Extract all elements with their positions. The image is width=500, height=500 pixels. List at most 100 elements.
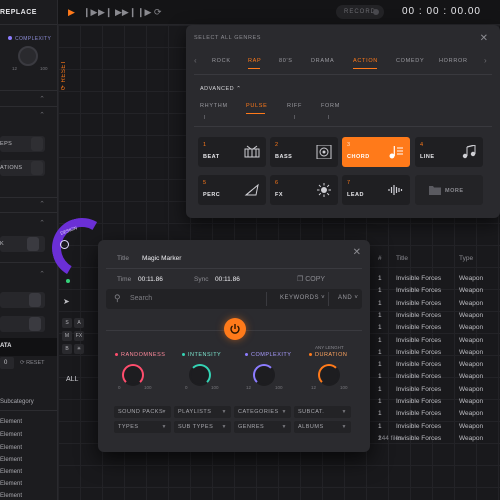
list-item[interactable]: Element (0, 432, 22, 438)
randomness-knob[interactable] (122, 364, 144, 386)
pad-lead[interactable]: 7 LEAD (342, 175, 410, 205)
chevron-up-icon[interactable]: ⌃ (39, 270, 45, 278)
tab-subgenre[interactable]: RHYTHM (200, 103, 228, 109)
mic-icon[interactable] (31, 161, 43, 175)
advanced-toggle[interactable]: ADVANCED ⌃ (200, 86, 241, 92)
table-row[interactable]: 1 Invisible Forces Weapon (370, 349, 500, 361)
tab-genre[interactable]: DRAMA (311, 58, 334, 64)
pad-chord[interactable]: 3 CHORD (342, 137, 410, 167)
pad-bass[interactable]: 2 BASS (270, 137, 338, 167)
table-row[interactable]: 1 Invisible Forces Weapon (370, 361, 500, 373)
table-row[interactable]: 1 Invisible Forces Weapon (370, 312, 500, 324)
table-row[interactable]: 1 Invisible Forces Weapon (370, 423, 500, 435)
types-dropdown[interactable]: TYPES ▼ (114, 421, 171, 433)
fast-forward-icon[interactable]: ▶▶❙ (115, 7, 136, 18)
table-row[interactable]: 1 Invisible Forces Weapon (370, 324, 500, 336)
title-value[interactable]: Magic Marker (142, 255, 181, 262)
tab-genre[interactable]: ROCK (212, 58, 231, 64)
list-item[interactable]: Element (0, 419, 22, 425)
reset-button[interactable]: ⟳ RESET (60, 60, 67, 90)
play-icon[interactable]: ▶ (68, 7, 75, 18)
list-item[interactable]: Element (0, 481, 22, 487)
tab-genre[interactable]: ACTION (353, 58, 378, 64)
chevron-up-icon[interactable]: ⌃ (39, 219, 45, 227)
subcat-dropdown[interactable]: SUBCAT. ▼ (294, 406, 351, 418)
table-cell-type: Weapon (459, 311, 484, 319)
tab-subgenre[interactable]: RIFF (287, 103, 302, 109)
all-label[interactable]: ALL (66, 376, 78, 383)
keywords-dropdown[interactable]: KEYWORDS ˅ (280, 295, 325, 301)
and-dropdown[interactable]: AND ˅ (338, 295, 358, 301)
pad-more[interactable]: MORE (415, 175, 483, 205)
list-item[interactable]: Element (0, 445, 22, 451)
table-row[interactable]: 1 Invisible Forces Weapon (370, 410, 500, 422)
table-row[interactable]: 1 Invisible Forces Weapon (370, 386, 500, 398)
waveform-box-icon[interactable] (27, 237, 39, 251)
table-row[interactable]: 1 Invisible Forces Weapon (370, 287, 500, 299)
genres-dropdown[interactable]: GENRES ▼ (234, 421, 291, 433)
bypass-key[interactable]: B (62, 344, 72, 354)
settings-key[interactable]: ✳ (74, 344, 84, 354)
data-value: 0 (4, 360, 8, 366)
list-item[interactable]: Element (0, 469, 22, 475)
pad-line[interactable]: 4 LINE (415, 137, 483, 167)
complexity-knob[interactable] (253, 364, 275, 386)
skip-start-icon[interactable]: ❙▶ (83, 7, 97, 18)
chevron-up-icon[interactable]: ⌃ (39, 200, 45, 208)
albums-dropdown[interactable]: ALBUMS ▼ (294, 421, 351, 433)
pad-beat[interactable]: 1 BEAT (198, 137, 266, 167)
duration-knob[interactable] (318, 364, 340, 386)
divider (0, 410, 57, 411)
fx-key[interactable]: FX (74, 331, 84, 341)
step-forward-icon[interactable]: ▶❙ (98, 7, 112, 18)
headphones-icon[interactable] (60, 240, 69, 249)
chevron-up-icon[interactable]: ⌃ (39, 95, 45, 103)
search-field[interactable]: ⚲ Search KEYWORDS ˅ AND ˅ (106, 289, 362, 309)
search-input[interactable]: Search (130, 295, 152, 302)
tab-genre[interactable]: HORROR (439, 58, 468, 64)
table-row[interactable]: 1 Invisible Forces Weapon (370, 398, 500, 410)
tab-subgenre[interactable]: FORM (321, 103, 340, 109)
record-button[interactable]: RECORD (336, 5, 384, 19)
file-icon[interactable] (29, 293, 41, 307)
skip-end-icon[interactable]: ❙▶ (137, 7, 151, 18)
data-reset-button[interactable]: ⟳ RESET (20, 360, 44, 366)
list-item[interactable]: Element (0, 457, 22, 463)
sub-types-dropdown[interactable]: SUB TYPES ▼ (174, 421, 231, 433)
tab-genre[interactable]: COMEDY (396, 58, 424, 64)
close-icon[interactable]: ✕ (353, 247, 361, 258)
pad-perc[interactable]: 5 PERC (198, 175, 266, 205)
list-item[interactable]: Element (0, 493, 22, 499)
complexity-knob[interactable] (18, 46, 38, 66)
table-row[interactable]: 1 Invisible Forces Weapon (370, 300, 500, 312)
close-icon[interactable]: ✕ (480, 33, 488, 44)
loop-icon[interactable]: ⟳ (154, 7, 162, 18)
table-row[interactable]: 1 Invisible Forces Weapon (370, 275, 500, 287)
chevron-up-icon[interactable]: ⌃ (39, 111, 45, 119)
chevron-left-icon[interactable]: ‹ (194, 56, 197, 65)
pad-label: MORE (445, 188, 464, 194)
categories-dropdown[interactable]: CATEGORIES ▼ (234, 406, 291, 418)
pad-fx[interactable]: 6 FX (270, 175, 338, 205)
table-cell-type: Weapon (459, 373, 484, 381)
table-row[interactable]: 1 Invisible Forces Weapon (370, 373, 500, 385)
sound-packs-dropdown[interactable]: SOUND PACKS ▼ (114, 406, 171, 418)
table-row[interactable]: 1 Invisible Forces Weapon (370, 337, 500, 349)
solo-key[interactable]: S (62, 318, 72, 328)
intensity-knob[interactable] (189, 364, 211, 386)
tab-genre[interactable]: 80'S (279, 58, 293, 64)
column-header[interactable]: Type (459, 255, 473, 262)
steps-icon[interactable] (31, 137, 43, 151)
column-header[interactable]: Title (396, 255, 408, 262)
tab-genre[interactable]: RAP (248, 58, 261, 64)
tab-subgenre[interactable]: PULSE (246, 103, 268, 109)
copy-button[interactable]: ❐ COPY (297, 275, 325, 283)
power-button[interactable] (224, 318, 246, 340)
automation-key[interactable]: A (74, 318, 84, 328)
cursor-icon[interactable]: ➤ (63, 297, 70, 306)
playlists-dropdown[interactable]: PLAYLISTS ▼ (174, 406, 231, 418)
mute-key[interactable]: M (62, 331, 72, 341)
chevron-right-icon[interactable]: › (484, 56, 487, 65)
table-cell-type: Weapon (459, 275, 484, 282)
image-icon[interactable] (29, 317, 41, 331)
